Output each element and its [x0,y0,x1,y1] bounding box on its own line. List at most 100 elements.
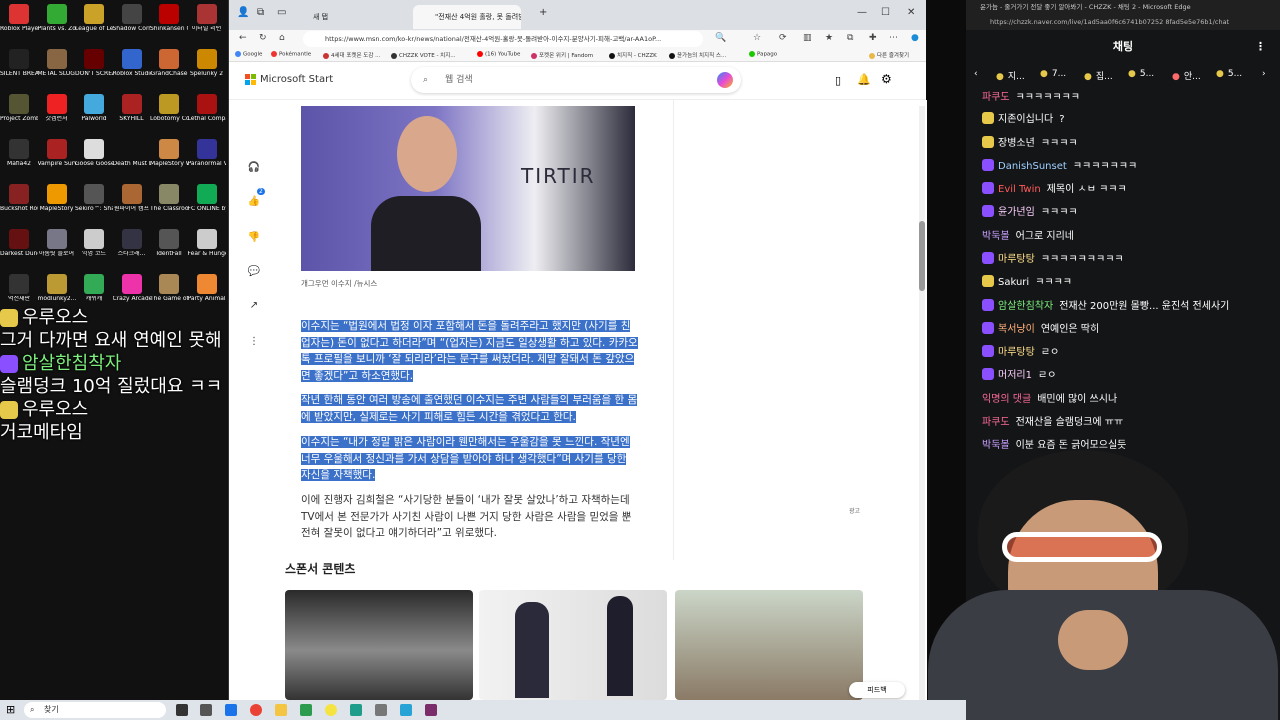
back-icon[interactable]: ← [239,33,247,43]
comment-icon[interactable]: 💬 [247,266,261,280]
chat-username[interactable]: Evil Twin [998,184,1041,195]
donor-chip[interactable]: ● 7... [1040,69,1066,79]
donor-chip[interactable]: ● 5... [1216,69,1242,79]
desktop-icon[interactable]: Roblox Player [0,4,38,44]
refresh-page-icon[interactable]: ⟳ [779,33,787,43]
app-icon-1[interactable] [225,704,237,716]
favorite-link[interactable]: Papago [749,51,777,58]
desktop-icon[interactable]: Shadow Corridor [113,4,151,44]
app-icon-3[interactable] [325,704,337,716]
sponsored-card-xray[interactable] [285,590,473,700]
chat-username[interactable]: 익명의 댓글 [982,394,1031,405]
dislike-icon[interactable]: 👎 [247,232,261,246]
desktop-icon[interactable]: Spelunky 2 [188,49,226,89]
app-icon-2[interactable] [300,704,312,716]
desktop-icon[interactable]: IdentFall [150,229,188,269]
desktop-icon[interactable]: DON'T SCREAM [75,49,113,89]
taskbar-search[interactable]: ⌕ 찾기 [24,702,166,718]
desktop-icon[interactable]: Lethal Company [188,94,226,134]
site-logo[interactable]: Microsoft Start [245,74,333,85]
settings-gear-icon[interactable]: ⚙ [881,72,892,86]
chat-username[interactable]: 지존이십니다 [998,114,1053,125]
chat-username[interactable]: 복서냥이 [998,324,1035,335]
split-icon[interactable]: ▥ [803,33,812,43]
copilot-search-icon[interactable] [717,72,733,88]
new-tab-button[interactable]: + [539,7,547,18]
desktop-icon[interactable]: SKYHILL [113,94,151,134]
desktop-icon[interactable]: SILENT BREATH [0,49,38,89]
favorite-star-icon[interactable]: ☆ [753,33,761,43]
desktop-icon[interactable]: 스타크래... [113,229,151,269]
favorite-link[interactable]: CHZZK VOTE - 치지... [391,51,456,59]
url-input[interactable]: https://www.msn.com/ko-kr/news/national/… [303,31,703,47]
desktop-icon[interactable]: Lobotomy Corporation [150,94,188,134]
chat-username[interactable]: Sakuri [998,277,1029,288]
start-icon[interactable]: ⊞ [6,703,15,716]
chat-url-bar[interactable]: https://chzzk.naver.com/live/1ad5aa0f6c6… [966,14,1280,30]
desktop-icon[interactable]: METAL SLUG 3 [38,49,76,89]
desktop-icon[interactable]: GrandChase [150,49,188,89]
like-icon[interactable]: 👍 2 [247,188,265,210]
chat-more-icon[interactable]: ⋮ [1255,30,1266,64]
desktop-icon[interactable]: MapleStory Worlds [150,139,188,179]
chat-username[interactable]: 마루탕탕 [998,254,1035,265]
chrome-icon[interactable] [250,704,262,716]
desktop-icon[interactable]: 아톰릿 플로어 [38,229,76,269]
tab-new[interactable]: 새 탭 [291,5,409,29]
task-view-icon[interactable] [176,704,188,716]
donor-chip[interactable]: ● 지... [996,69,1025,82]
desktop-icon[interactable]: Palworld [75,94,113,134]
minimize-button[interactable]: — [857,7,867,18]
chat-username[interactable]: 머저리1 [998,370,1032,381]
desktop-icon[interactable]: Death Must Die [113,139,151,179]
desktop-icon[interactable]: Sekiro™: Shadows D... [75,184,113,224]
desktop-icon[interactable]: Paranormal VHS [188,139,226,179]
maximize-button[interactable]: ☐ [881,7,890,18]
app-icon-4[interactable] [375,704,387,716]
profile-icon[interactable]: 👤 [237,7,249,18]
chat-username[interactable]: 마루탕탕 [998,347,1035,358]
zoom-icon[interactable]: 🔍 [715,33,726,43]
chat-username[interactable]: 파쿠도 [982,417,1010,428]
desktop-icon[interactable]: 익명 코드 [75,229,113,269]
collections-icon[interactable]: ⧉ [847,33,853,43]
more-icon[interactable]: ⋮ [247,336,261,350]
refresh-icon[interactable]: ↻ [259,33,267,43]
desktop-icon[interactable]: Project Zomboid [0,94,38,134]
desktop-icon[interactable]: FC ONLINE by EA SP... [188,184,226,224]
favorite-link[interactable]: Pokémantle [271,51,311,58]
desktop-icon[interactable]: Roblox Studio [113,49,151,89]
feedback-button[interactable]: 피드백 [849,682,905,698]
scrollbar-thumb[interactable] [919,221,925,291]
desktop-icon[interactable]: 이터널 리턴 [188,4,226,44]
chat-username[interactable]: 파쿠도 [982,92,1010,103]
tab-actions-icon[interactable]: ▭ [277,7,286,18]
desktop-icon[interactable]: 갓겜런처 [38,94,76,134]
favorite-link[interactable]: 4세대 포켓몬 도감 ... [323,51,380,59]
app-icon-6[interactable] [425,704,437,716]
desktop-icon[interactable]: Shinkansen 0 新幹... [150,4,188,44]
donor-chip[interactable]: ● 5... [1128,69,1154,79]
desktop-icon[interactable]: MapleStory [38,184,76,224]
desktop-icon[interactable]: Buckshot Roulette [0,184,38,224]
app-icon-5[interactable] [400,704,412,716]
favorites-icon[interactable]: ★ [825,33,833,43]
favorite-link[interactable]: 포켓몬 위키 | Fandom [531,51,593,59]
donor-chip[interactable]: ● 안... [1172,69,1201,82]
settings-more-icon[interactable]: ⋯ [889,33,898,43]
desktop-icon[interactable]: Vampire Survivors [38,139,76,179]
favorite-link[interactable]: Google [235,51,262,58]
desktop-icon[interactable]: The Classrooms [150,184,188,224]
tab-article[interactable]: "전재산 4억원 홀랑, 못 돌려받아" [413,5,521,29]
file-explorer-icon[interactable] [275,704,287,716]
chat-username[interactable]: 박둑볼 [982,231,1010,242]
desktop-icon[interactable]: League of Legends [75,4,113,44]
chat-username[interactable]: DanishSunset [998,161,1067,172]
donor-prev-icon[interactable]: ‹ [974,69,978,79]
desktop-icon[interactable]: Fear & Hunger [188,229,226,269]
home-icon[interactable]: ⌂ [279,33,285,43]
desktop-icon[interactable]: Plants vs. Zombies G... [38,4,76,44]
shield-icon[interactable] [200,704,212,716]
edge-icon[interactable] [350,704,362,716]
donor-chip[interactable]: ● 집... [1084,69,1113,82]
